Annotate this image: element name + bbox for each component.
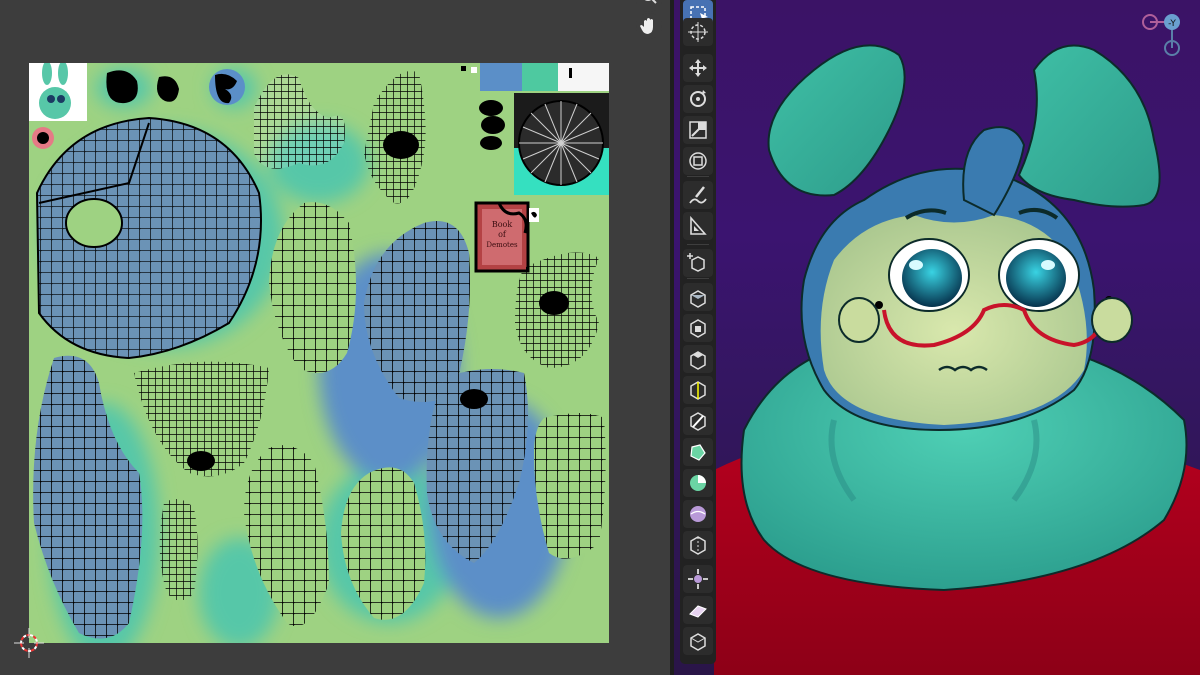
rip-region-tool[interactable] (683, 627, 713, 655)
shrink-fatten-icon (688, 569, 708, 589)
bevel-tool[interactable] (683, 345, 713, 373)
svg-text:Demotes: Demotes (486, 241, 518, 249)
toolbar-separator (687, 278, 709, 279)
loop-cut-tool[interactable] (683, 376, 713, 404)
spin-icon (690, 475, 706, 491)
shear-tool[interactable] (683, 596, 713, 624)
smooth-icon (690, 506, 706, 522)
edge-slide-icon (690, 536, 706, 555)
gizmo-y-axis-label: -Y (1168, 19, 1176, 29)
shear-icon (689, 605, 707, 618)
cursor-tool[interactable] (683, 18, 713, 46)
book-of-demotes-decal: Book of Demotes (474, 201, 530, 273)
rip-icon (690, 633, 706, 651)
scale-icon (689, 121, 707, 139)
2d-cursor-icon[interactable] (14, 628, 44, 658)
smooth-tool[interactable] (683, 500, 713, 528)
inset-icon (690, 319, 706, 338)
bevel-icon (690, 351, 706, 370)
loop-cut-icon (690, 381, 706, 400)
svg-text:of: of (498, 230, 507, 239)
rotate-tool[interactable] (683, 85, 713, 113)
annotate-icon (689, 186, 707, 204)
knife-icon (690, 412, 706, 431)
uv-texture-image[interactable]: Book of Demotes (29, 63, 609, 643)
toolbar-separator (687, 176, 709, 177)
add-cube-tool[interactable] (683, 249, 713, 277)
uv-layout: Book of Demotes (29, 63, 609, 643)
transform-tool[interactable] (683, 147, 713, 175)
character-render (714, 44, 1200, 675)
navigation-gizmo[interactable]: -Y (1134, 0, 1200, 70)
svg-text:Book: Book (492, 220, 513, 229)
move-tool[interactable] (683, 54, 713, 82)
rotate-icon (690, 90, 706, 107)
extrude-region-tool[interactable] (683, 283, 713, 311)
uv-navigation-gizmo (636, 0, 662, 42)
3d-viewport[interactable]: -Y (674, 0, 1200, 675)
extrude-icon (690, 290, 706, 308)
annotate-tool[interactable] (683, 181, 713, 209)
spin-tool[interactable] (683, 469, 713, 497)
tool-shelf (680, 0, 716, 664)
zoom-icon[interactable] (636, 0, 662, 12)
measure-icon (690, 215, 707, 235)
poly-build-tool[interactable] (683, 438, 713, 466)
inset-faces-tool[interactable] (683, 314, 713, 342)
uv-editor[interactable]: Book of Demotes (0, 0, 670, 675)
hand-pan-icon[interactable] (636, 13, 662, 39)
measure-tool[interactable] (683, 212, 713, 240)
knife-tool[interactable] (683, 407, 713, 435)
toolbar-separator (687, 244, 709, 245)
poly-build-icon (690, 444, 706, 461)
scale-tool[interactable] (683, 116, 713, 144)
move-icon (689, 59, 707, 77)
cursor-icon (688, 22, 708, 42)
edge-slide-tool[interactable] (683, 531, 713, 559)
add-cube-icon (687, 253, 705, 272)
shrink-fatten-tool[interactable] (683, 565, 713, 593)
transform-icon (689, 152, 707, 170)
